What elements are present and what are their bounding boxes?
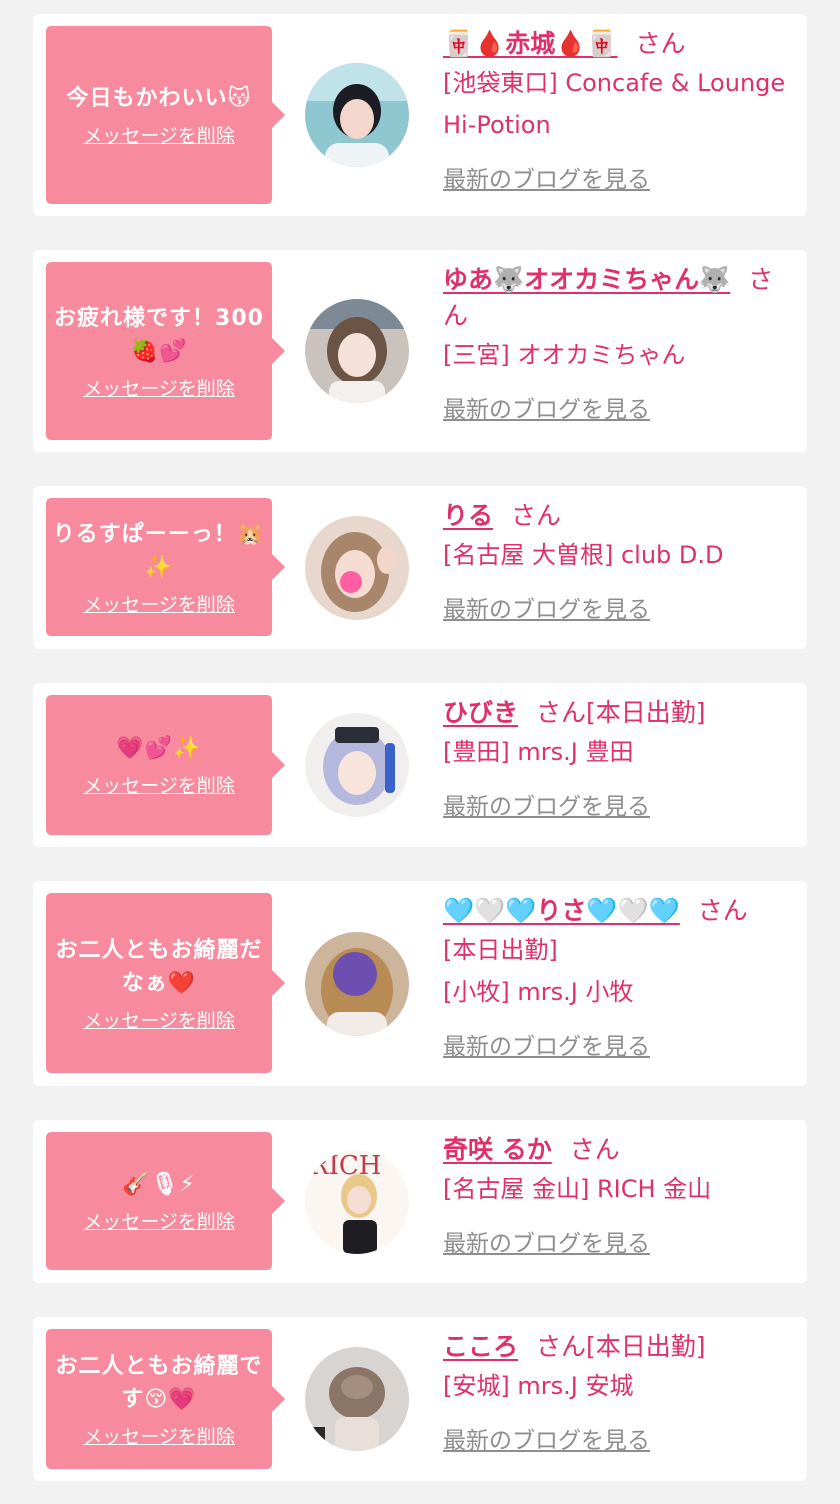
message-bubble: 🎸🎙⚡ メッセージを削除 [46, 1132, 285, 1270]
cast-info: ゆあ🐺オオカミちゃん🐺 さん [三宮] オオカミちゃん 最新のブログを見る [443, 262, 793, 424]
honorific: さん [569, 1135, 620, 1164]
honorific: さん [536, 1332, 587, 1361]
shop-name: [三宮] オオカミちゃん [443, 341, 686, 369]
shop-name: [豊田] mrs.J 豊田 [443, 738, 634, 766]
shop-name: [名古屋 金山] RICH 金山 [443, 1175, 712, 1203]
latest-blog-link[interactable]: 最新のブログを見る [443, 1027, 650, 1061]
delete-message-link[interactable]: メッセージを削除 [83, 1006, 235, 1033]
message-text: お二人ともお綺麗です😚💗 [55, 1353, 263, 1412]
latest-blog-link[interactable]: 最新のブログを見る [443, 590, 650, 624]
shop-name: [名古屋 大曽根] club D.D [443, 541, 724, 569]
message-text: 今日もかわいい😽 [66, 86, 252, 111]
avatar[interactable] [305, 1347, 409, 1451]
avatar[interactable] [305, 299, 409, 403]
honorific: さん [536, 698, 587, 727]
shop-name: [小牧] mrs.J 小牧 [443, 978, 634, 1006]
message-bubble: お二人ともお綺麗だなぁ❤️ メッセージを削除 [46, 893, 285, 1073]
attendance-badge: [本日出勤] [443, 936, 558, 964]
message-card: 💗💕✨ メッセージを削除 ひびき さん[本日出勤] [豊田] mrs.J 豊田 最… [33, 683, 807, 847]
svg-text:RICH: RICH [309, 1151, 381, 1181]
honorific: さん [635, 29, 686, 58]
delete-message-link[interactable]: メッセージを削除 [83, 590, 235, 617]
delete-message-link[interactable]: メッセージを削除 [83, 1422, 235, 1449]
delete-message-link[interactable]: メッセージを削除 [83, 374, 235, 401]
cast-name-link[interactable]: ひびき [443, 698, 518, 727]
cast-name-link[interactable]: 奇咲 るか [443, 1135, 552, 1164]
message-text: 💗💕✨ [116, 736, 202, 761]
message-card: 今日もかわいい😽 メッセージを削除 🀄🩸赤城🩸🀄 さん [池袋東口] Concaf… [33, 14, 807, 216]
message-card: お疲れ様です！300🍓💕 メッセージを削除 ゆあ🐺オオカミちゃん🐺 さん [三宮]… [33, 250, 807, 452]
delete-message-link[interactable]: メッセージを削除 [83, 1207, 235, 1234]
latest-blog-link[interactable]: 最新のブログを見る [443, 787, 650, 821]
message-bubble: お二人ともお綺麗です😚💗 メッセージを削除 [46, 1329, 285, 1469]
message-list: 今日もかわいい😽 メッセージを削除 🀄🩸赤城🩸🀄 さん [池袋東口] Concaf… [0, 0, 840, 1504]
avatar[interactable]: RICH [305, 1150, 409, 1254]
cast-info: ひびき さん[本日出勤] [豊田] mrs.J 豊田 最新のブログを見る [443, 695, 793, 821]
avatar[interactable] [305, 516, 409, 620]
shop-name: [池袋東口] Concafe & Lounge Hi-Potion [443, 69, 786, 139]
shop-name: [安城] mrs.J 安城 [443, 1372, 634, 1400]
message-text: お二人ともお綺麗だなぁ❤️ [55, 937, 263, 996]
cast-info: 🩵🤍🩵りさ🩵🤍🩵 さん [本日出勤] [小牧] mrs.J 小牧 最新のブログを見… [443, 893, 793, 1061]
honorific: さん [511, 501, 562, 530]
delete-message-link[interactable]: メッセージを削除 [83, 771, 235, 798]
latest-blog-link[interactable]: 最新のブログを見る [443, 160, 650, 194]
attendance-badge: [本日出勤] [586, 1332, 706, 1361]
message-text: りるすぱーーっ！🐹✨ [52, 521, 266, 580]
message-card: お二人ともお綺麗だなぁ❤️ メッセージを削除 🩵🤍🩵りさ🩵🤍🩵 さん [本日出勤]… [33, 881, 807, 1086]
message-text: 🎸🎙⚡ [122, 1172, 196, 1197]
message-text: お疲れ様です！300🍓💕 [54, 305, 264, 364]
cast-info: こころ さん[本日出勤] [安城] mrs.J 安城 最新のブログを見る [443, 1329, 793, 1455]
latest-blog-link[interactable]: 最新のブログを見る [443, 1421, 650, 1455]
message-bubble: 今日もかわいい😽 メッセージを削除 [46, 26, 285, 204]
message-bubble: お疲れ様です！300🍓💕 メッセージを削除 [46, 262, 285, 440]
message-card: お二人ともお綺麗です😚💗 メッセージを削除 こころ さん[本日出勤] [安城] m… [33, 1317, 807, 1481]
avatar[interactable] [305, 63, 409, 167]
cast-info: りる さん [名古屋 大曽根] club D.D 最新のブログを見る [443, 498, 793, 624]
message-bubble: りるすぱーーっ！🐹✨ メッセージを削除 [46, 498, 285, 636]
delete-message-link[interactable]: メッセージを削除 [83, 121, 235, 148]
latest-blog-link[interactable]: 最新のブログを見る [443, 1224, 650, 1258]
cast-name-link[interactable]: 🩵🤍🩵りさ🩵🤍🩵 [443, 896, 680, 925]
cast-name-link[interactable]: こころ [443, 1332, 518, 1361]
cast-name-link[interactable]: ゆあ🐺オオカミちゃん🐺 [443, 265, 730, 294]
attendance-badge: [本日出勤] [586, 698, 706, 727]
avatar[interactable] [305, 713, 409, 817]
latest-blog-link[interactable]: 最新のブログを見る [443, 390, 650, 424]
message-bubble: 💗💕✨ メッセージを削除 [46, 695, 285, 835]
cast-info: 奇咲 るか さん [名古屋 金山] RICH 金山 最新のブログを見る [443, 1132, 793, 1258]
message-card: 🎸🎙⚡ メッセージを削除 RICH 奇咲 るか さん [名古屋 金山] RICH … [33, 1120, 807, 1283]
cast-name-link[interactable]: りる [443, 501, 493, 530]
avatar[interactable] [305, 932, 409, 1036]
message-card: りるすぱーーっ！🐹✨ メッセージを削除 りる さん [名古屋 大曽根] club … [33, 486, 807, 649]
cast-name-link[interactable]: 🀄🩸赤城🩸🀄 [443, 29, 618, 58]
cast-info: 🀄🩸赤城🩸🀄 さん [池袋東口] Concafe & Lounge Hi-Poti… [443, 26, 793, 194]
honorific: さん [697, 896, 748, 925]
